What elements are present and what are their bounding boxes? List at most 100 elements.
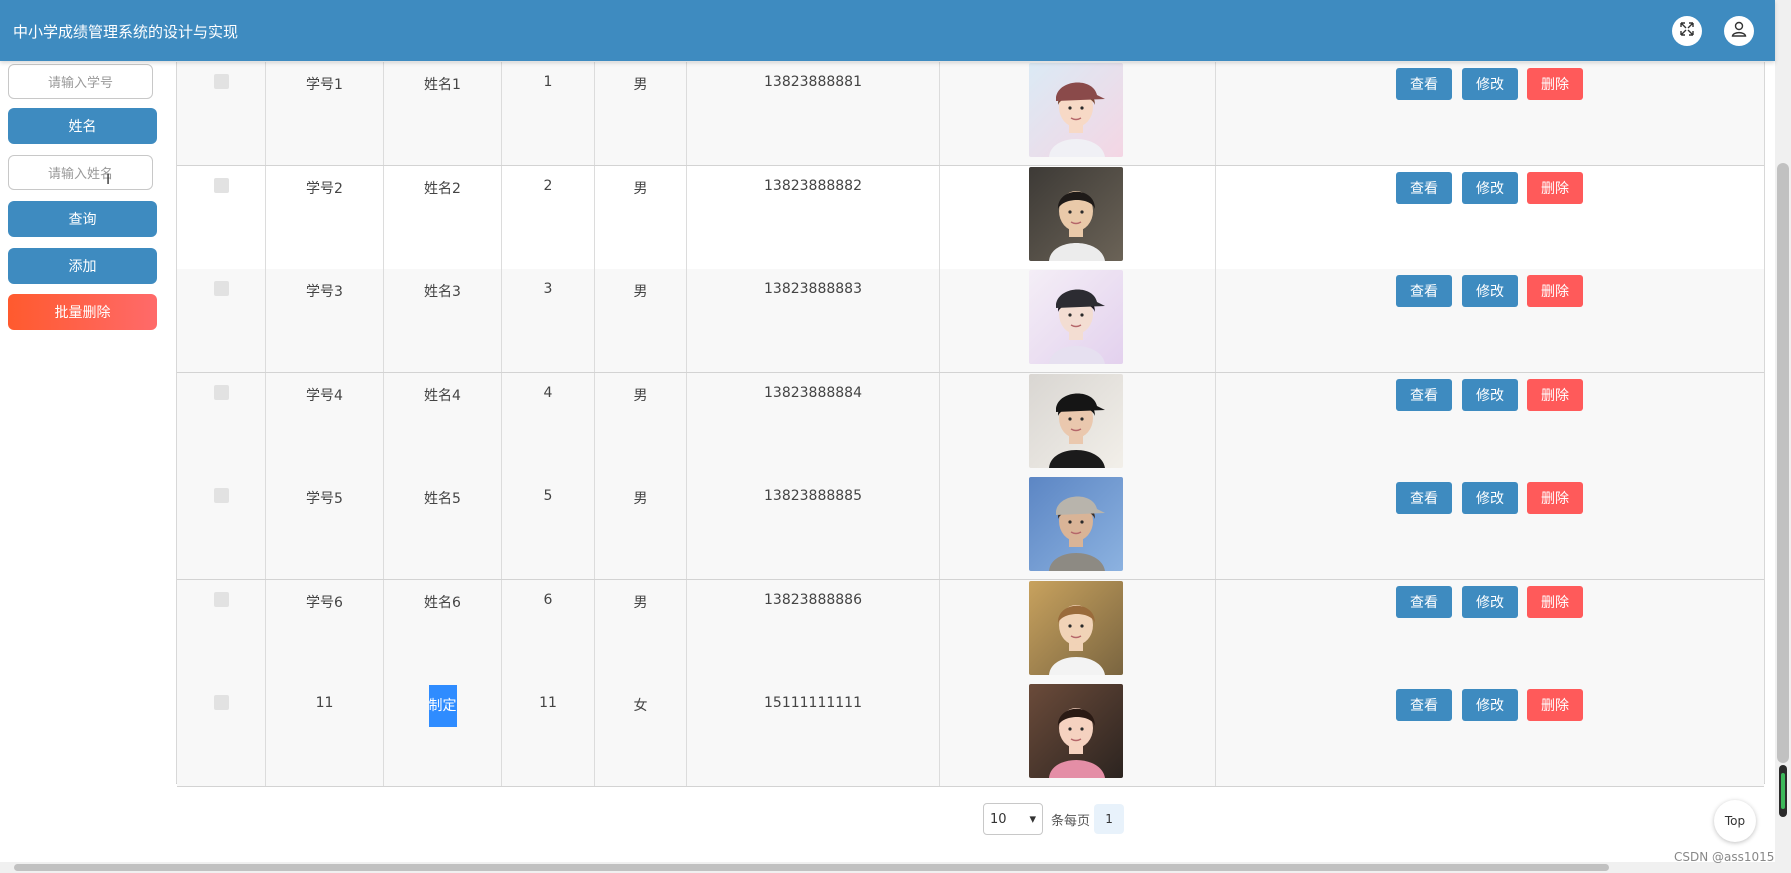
class-value: 6: [543, 591, 553, 608]
gender-value: 男: [633, 387, 648, 404]
class-cell: 6: [502, 579, 595, 683]
class-cell: 11: [502, 683, 595, 786]
name-cell: 姓名3: [384, 269, 502, 372]
class-value: 2: [543, 177, 553, 194]
gender-value: 男: [633, 491, 648, 507]
view-button[interactable]: 查看: [1396, 689, 1452, 721]
name-cell: 姓名6: [384, 579, 502, 683]
phone-cell: 15111111111: [687, 683, 940, 786]
text-cursor-icon: I: [106, 172, 111, 188]
class-cell: 2: [502, 165, 595, 269]
delete-button[interactable]: 删除: [1527, 482, 1583, 514]
name-value: 制定: [428, 685, 457, 727]
student-table: 学号1 姓名1 1 男 13823888881 查看 修改 删除 学号2 姓名2 2 男 138238…: [176, 62, 1765, 787]
delete-button[interactable]: 删除: [1527, 378, 1583, 411]
horizontal-scroll-thumb[interactable]: [14, 864, 1609, 871]
student-no-value: 学号3: [306, 284, 343, 300]
view-button[interactable]: 查看: [1396, 378, 1452, 411]
view-button[interactable]: 查看: [1396, 585, 1452, 618]
select-cell: [177, 372, 266, 476]
fullscreen-toggle-button[interactable]: [1672, 16, 1702, 46]
edit-button[interactable]: 修改: [1462, 171, 1518, 204]
student-no-value: 11: [315, 695, 334, 711]
class-value: 1: [543, 74, 553, 90]
name-value: 姓名1: [424, 77, 461, 93]
delete-button[interactable]: 删除: [1527, 275, 1583, 307]
view-button[interactable]: 查看: [1396, 482, 1452, 514]
row-checkbox[interactable]: [214, 384, 229, 400]
edit-button[interactable]: 修改: [1462, 68, 1518, 100]
view-button[interactable]: 查看: [1396, 171, 1452, 204]
phone-cell: 13823888884: [687, 372, 940, 476]
delete-button[interactable]: 删除: [1527, 171, 1583, 204]
row-checkbox[interactable]: [214, 695, 229, 710]
table-row: 学号1 姓名1 1 男 13823888881 查看 修改 删除: [177, 62, 1764, 166]
student-no-cell: 学号6: [266, 579, 384, 683]
delete-button[interactable]: 删除: [1527, 689, 1583, 721]
edit-button[interactable]: 修改: [1462, 378, 1518, 411]
row-checkbox[interactable]: [214, 488, 229, 503]
name-cell: 姓名5: [384, 476, 502, 579]
name-input[interactable]: 请输入姓名: [8, 155, 153, 190]
select-cell: [177, 476, 266, 579]
scroll-indicator: [1779, 765, 1787, 817]
class-value: 4: [543, 384, 553, 401]
vertical-scrollbar[interactable]: [1775, 0, 1791, 862]
edit-button[interactable]: 修改: [1462, 275, 1518, 307]
row-checkbox[interactable]: [214, 281, 229, 296]
class-cell: 5: [502, 476, 595, 579]
vertical-scroll-thumb[interactable]: [1777, 163, 1789, 763]
student-no-input[interactable]: 请输入学号: [8, 64, 153, 99]
student-photo: [1029, 270, 1123, 364]
table-row: 11 制定 11 女 15111111111 查看 修改 删除: [177, 683, 1764, 787]
delete-button[interactable]: 删除: [1527, 585, 1583, 618]
pagination: 10 ▾ 条每页 1: [983, 802, 1125, 836]
back-to-top-button[interactable]: Top: [1714, 800, 1756, 842]
student-photo: [1029, 373, 1123, 468]
gender-value: 女: [633, 698, 648, 714]
user-menu-button[interactable]: [1724, 16, 1754, 46]
student-photo: [1029, 63, 1123, 157]
add-button[interactable]: 添加: [8, 248, 157, 284]
page-number-1[interactable]: 1: [1094, 804, 1125, 834]
student-no-value: 学号5: [306, 491, 343, 507]
edit-button[interactable]: 修改: [1462, 689, 1518, 721]
row-checkbox[interactable]: [214, 74, 229, 89]
edit-button[interactable]: 修改: [1462, 585, 1518, 618]
table-row: 学号2 姓名2 2 男 13823888882 查看 修改 删除: [177, 165, 1764, 270]
batch-delete-button[interactable]: 批量删除: [8, 294, 157, 330]
row-checkbox[interactable]: [214, 177, 229, 193]
gender-value: 男: [633, 594, 648, 611]
select-cell: [177, 683, 266, 786]
view-button[interactable]: 查看: [1396, 275, 1452, 307]
delete-button[interactable]: 删除: [1527, 68, 1583, 100]
table-row: 学号3 姓名3 3 男 13823888883 查看 修改 删除: [177, 269, 1764, 373]
view-button[interactable]: 查看: [1396, 68, 1452, 100]
phone-cell: 13823888886: [687, 579, 940, 683]
edit-button[interactable]: 修改: [1462, 482, 1518, 514]
horizontal-scrollbar[interactable]: [0, 862, 1791, 873]
name-value: 姓名4: [424, 387, 461, 404]
gender-cell: 男: [595, 579, 687, 683]
search-sidebar: 请输入学号 姓名 请输入姓名 查询 添加 批量删除: [0, 61, 170, 861]
page-size-select[interactable]: 10 ▾: [983, 803, 1043, 835]
name-value: 姓名3: [424, 284, 461, 300]
select-cell: [177, 579, 266, 683]
phone-value: 13823888886: [764, 591, 862, 608]
phone-value: 13823888884: [764, 384, 862, 401]
phone-value: 13823888881: [764, 74, 862, 90]
student-no-cell: 学号5: [266, 476, 384, 579]
class-value: 3: [543, 281, 553, 297]
table-row: 学号4 姓名4 4 男 13823888884 查看 修改 删除: [177, 372, 1764, 477]
gender-cell: 男: [595, 62, 687, 165]
row-checkbox[interactable]: [214, 591, 229, 607]
name-cell: 姓名2: [384, 165, 502, 269]
select-cell: [177, 269, 266, 372]
name-label-button[interactable]: 姓名: [8, 108, 157, 144]
query-button[interactable]: 查询: [8, 201, 157, 237]
student-no-cell: 11: [266, 683, 384, 786]
name-cell: 姓名1: [384, 62, 502, 165]
gender-value: 男: [633, 77, 648, 93]
student-photo: [1029, 684, 1123, 778]
student-no-cell: 学号4: [266, 372, 384, 476]
